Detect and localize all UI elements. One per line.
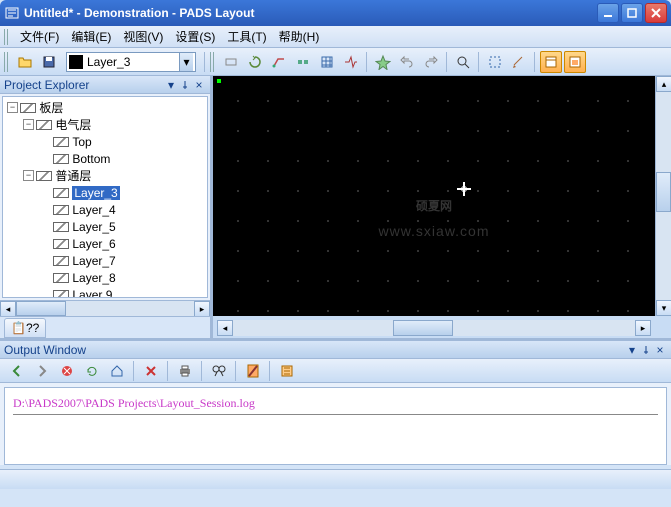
title-bar: Untitled* - Demonstration - PADS Layout (0, 0, 671, 26)
toolbar-grip[interactable] (4, 52, 10, 72)
status-bar (0, 469, 671, 489)
canvas-origin-marker (217, 79, 221, 83)
output-toolbar (0, 359, 671, 383)
explorer-title: Project Explorer (4, 78, 89, 92)
output-title-bar: Output Window ▾ × (0, 341, 671, 359)
main-toolbar: Layer_3 ▾ (0, 48, 671, 76)
design-area: 硕夏网 www.sxiaw.com ▴ ▾ ◂ ▸ (213, 76, 671, 338)
menu-tools[interactable]: 工具(T) (221, 26, 272, 47)
minimize-button[interactable] (597, 3, 619, 23)
close-button[interactable] (645, 3, 667, 23)
main-area: Project Explorer ▾ × − 板层 − 电气层 Top Bott… (0, 76, 671, 338)
tree-electrical[interactable]: − 电气层 (3, 116, 207, 133)
scroll-up-icon[interactable]: ▴ (656, 76, 671, 92)
redo-button[interactable] (420, 51, 442, 73)
cursor-crosshair-icon (457, 182, 471, 196)
zoom-button[interactable] (452, 51, 474, 73)
save-button[interactable] (38, 51, 60, 73)
tree-layer-7[interactable]: Layer_7 (3, 252, 207, 269)
tree-layer-4[interactable]: Layer_4 (3, 201, 207, 218)
find-button[interactable] (208, 360, 230, 382)
output-title: Output Window (4, 343, 86, 357)
tool-placement[interactable] (292, 51, 314, 73)
layer-selector[interactable]: Layer_3 ▾ (66, 52, 196, 72)
print-button[interactable] (174, 360, 196, 382)
list-button[interactable] (276, 360, 298, 382)
output-log-path: D:\PADS2007\PADS Projects\Layout_Session… (13, 396, 658, 415)
tool-route[interactable] (268, 51, 290, 73)
tool-window-1[interactable] (540, 51, 562, 73)
tool-ecomode[interactable] (220, 51, 242, 73)
undo-button[interactable] (396, 51, 418, 73)
layout-canvas[interactable]: 硕夏网 www.sxiaw.com (213, 76, 655, 316)
explorer-pin-icon[interactable] (178, 78, 192, 92)
menu-setup[interactable]: 设置(S) (169, 26, 221, 47)
scroll-left-icon[interactable]: ◂ (217, 320, 233, 336)
tree-layer-6[interactable]: Layer_6 (3, 235, 207, 252)
explorer-tree[interactable]: − 板层 − 电气层 Top Bottom − 普通层 Layer_3 Laye… (2, 96, 208, 298)
window-title: Untitled* - Demonstration - PADS Layout (24, 6, 597, 20)
open-button[interactable] (14, 51, 36, 73)
output-menu-icon[interactable]: ▾ (625, 343, 639, 357)
menu-file[interactable]: 文件(F) (14, 26, 65, 47)
delete-button[interactable] (140, 360, 162, 382)
layer-swatch (69, 55, 83, 69)
tool-drc[interactable] (340, 51, 362, 73)
tree-layer-9[interactable]: Layer 9 (3, 286, 207, 298)
menu-edit[interactable]: 编辑(E) (65, 26, 117, 47)
canvas-hscroll[interactable]: ◂ ▸ (217, 320, 651, 336)
tree-layer-8[interactable]: Layer_8 (3, 269, 207, 286)
project-explorer: Project Explorer ▾ × − 板层 − 电气层 Top Bott… (0, 76, 213, 338)
output-close-icon[interactable]: × (653, 343, 667, 357)
log-button[interactable] (242, 360, 264, 382)
scroll-left-icon[interactable]: ◂ (0, 301, 16, 317)
menu-grip[interactable] (4, 29, 10, 45)
output-pin-icon[interactable] (639, 343, 653, 357)
explorer-title-bar: Project Explorer ▾ × (0, 76, 210, 94)
nav-forward-button[interactable] (31, 360, 53, 382)
menu-bar: 文件(F) 编辑(E) 视图(V) 设置(S) 工具(T) 帮助(H) (0, 26, 671, 48)
tree-layer-top[interactable]: Top (3, 133, 207, 150)
canvas-vscroll[interactable]: ▴ ▾ (655, 76, 671, 316)
menu-help[interactable]: 帮助(H) (273, 26, 326, 47)
tool-cycle[interactable] (244, 51, 266, 73)
chevron-down-icon[interactable]: ▾ (179, 53, 193, 71)
nav-back-button[interactable] (6, 360, 28, 382)
explorer-tabstrip: 📋?? (0, 316, 210, 338)
scroll-down-icon[interactable]: ▾ (656, 300, 671, 316)
tool-grid[interactable] (316, 51, 338, 73)
explorer-close-icon[interactable]: × (192, 78, 206, 92)
tool-highlight[interactable] (372, 51, 394, 73)
maximize-button[interactable] (621, 3, 643, 23)
scroll-right-icon[interactable]: ▸ (635, 320, 651, 336)
output-window: Output Window ▾ × D:\PADS2007\PADS Proje… (0, 338, 671, 465)
tree-root[interactable]: − 板层 (3, 99, 207, 116)
app-icon (4, 5, 20, 21)
refresh-button[interactable] (81, 360, 103, 382)
menu-view[interactable]: 视图(V) (117, 26, 169, 47)
tree-layer-3[interactable]: Layer_3 (3, 184, 207, 201)
explorer-tab[interactable]: 📋?? (4, 318, 46, 338)
tree-layer-5[interactable]: Layer_5 (3, 218, 207, 235)
explorer-hscroll[interactable]: ◂ ▸ (0, 300, 210, 316)
explorer-menu-icon[interactable]: ▾ (164, 78, 178, 92)
tool-measure[interactable] (508, 51, 530, 73)
home-button[interactable] (106, 360, 128, 382)
toolbar-grip-2[interactable] (210, 52, 216, 72)
scroll-right-icon[interactable]: ▸ (194, 301, 210, 317)
tool-select[interactable] (484, 51, 506, 73)
layer-text: Layer_3 (87, 55, 179, 69)
tool-window-2[interactable] (564, 51, 586, 73)
output-body[interactable]: D:\PADS2007\PADS Projects\Layout_Session… (4, 387, 667, 465)
tree-normal[interactable]: − 普通层 (3, 167, 207, 184)
stop-button[interactable] (56, 360, 78, 382)
tree-layer-bottom[interactable]: Bottom (3, 150, 207, 167)
